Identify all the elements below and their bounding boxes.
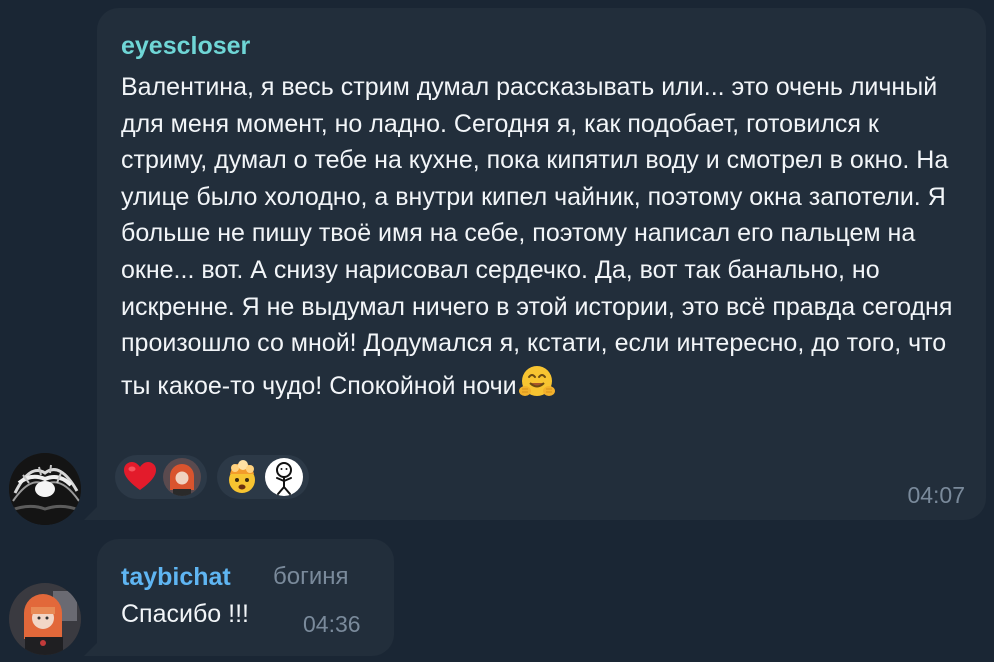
message-text: Валентина, я весь стрим думал рассказыва…	[121, 69, 969, 404]
sender-name[interactable]: eyescloser	[121, 32, 250, 61]
exploding-head-icon	[229, 460, 255, 493]
reactor-avatar	[265, 458, 303, 496]
reactor-avatar	[163, 458, 201, 496]
message-bubble[interactable]: taybichat богиня Спасибо !!! 04:36	[97, 539, 394, 656]
hugging-face-emoji-icon	[518, 365, 555, 396]
sender-name[interactable]: taybichat	[121, 563, 231, 592]
message-time: 04:07	[907, 482, 965, 508]
red-heart-icon	[124, 462, 156, 490]
chat-window: eyescloser Валентина, я весь стрим думал…	[0, 0, 994, 662]
sender-avatar[interactable]	[9, 453, 81, 525]
taybichat-avatar-icon	[9, 583, 81, 655]
stick-figure-avatar-icon	[265, 458, 303, 496]
eyescloser-avatar-icon	[9, 453, 81, 525]
message-text-body: Валентина, я весь стрим думал рассказыва…	[121, 73, 953, 400]
sender-avatar[interactable]	[9, 583, 81, 655]
message-time: 04:36	[303, 611, 361, 637]
message-bubble[interactable]: eyescloser Валентина, я весь стрим думал…	[97, 8, 986, 520]
reaction-heart[interactable]	[115, 455, 207, 499]
reaction-exploding-head[interactable]	[217, 455, 309, 499]
message-text: Спасибо !!!	[121, 600, 249, 628]
admin-title-badge: богиня	[273, 563, 349, 590]
reactions-bar	[115, 455, 309, 499]
girl-avatar-icon	[163, 458, 201, 496]
